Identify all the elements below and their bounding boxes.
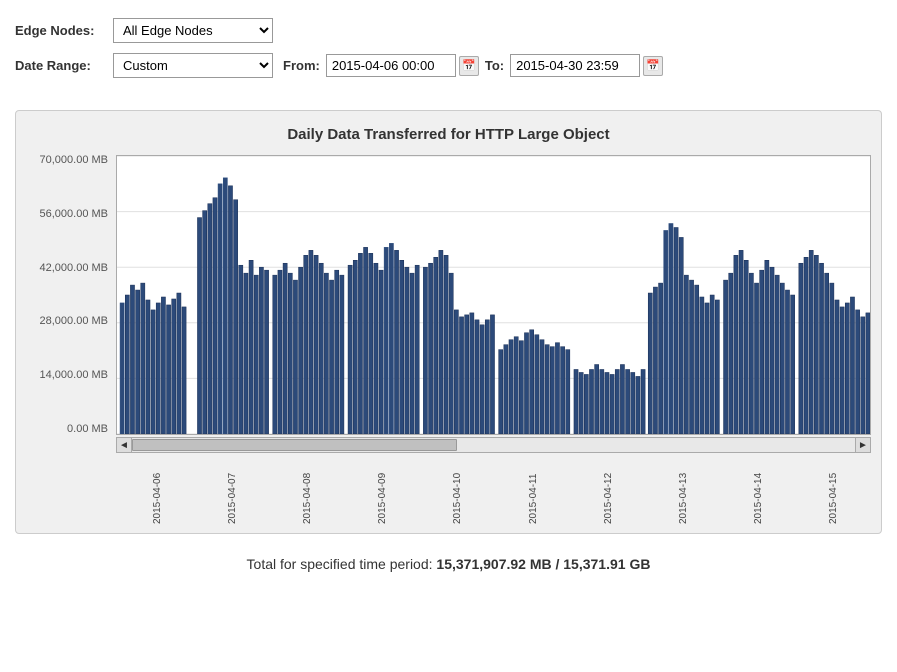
date-range-row: Date Range: CustomLast 7 DaysLast 30 Day… (15, 53, 882, 78)
edge-nodes-select[interactable]: All Edge NodesNode 1Node 2 (113, 18, 273, 43)
x-label-3: 2015-04-09 (377, 459, 388, 524)
chart-plot (116, 155, 871, 435)
chart-body: ◄ ► 2015-04-06 2015-04-07 2015-04-08 201… (116, 155, 871, 523)
date-range-label: Date Range: (15, 58, 105, 73)
x-label-2: 2015-04-08 (302, 459, 313, 524)
to-label: To: (485, 58, 504, 73)
x-label-9: 2015-04-15 (828, 459, 839, 524)
y-label-5: 0.00 MB (67, 424, 108, 435)
chart-area: 70,000.00 MB 56,000.00 MB 42,000.00 MB 2… (26, 155, 871, 523)
y-label-1: 56,000.00 MB (40, 209, 109, 220)
x-label-6: 2015-04-12 (603, 459, 614, 524)
scrollbar-thumb[interactable] (132, 439, 457, 451)
x-label-8: 2015-04-14 (753, 459, 764, 524)
x-label-0: 2015-04-06 (152, 459, 163, 524)
x-label-5: 2015-04-11 (528, 459, 539, 524)
total-label: Total for specified time period: (247, 556, 433, 572)
y-label-4: 14,000.00 MB (40, 370, 109, 381)
scrollbar-row: ◄ ► (116, 437, 871, 453)
from-label: From: (283, 58, 320, 73)
x-axis: 2015-04-06 2015-04-07 2015-04-08 2015-04… (116, 453, 871, 523)
y-label-3: 28,000.00 MB (40, 316, 109, 327)
scroll-right-button[interactable]: ► (855, 437, 871, 453)
edge-nodes-label: Edge Nodes: (15, 23, 105, 38)
date-range-select[interactable]: CustomLast 7 DaysLast 30 DaysLast 90 Day… (113, 53, 273, 78)
chart-container: Daily Data Transferred for HTTP Large Ob… (15, 110, 882, 534)
chart-title: Daily Data Transferred for HTTP Large Ob… (26, 126, 871, 143)
x-label-7: 2015-04-13 (678, 459, 689, 524)
to-date-input[interactable] (510, 54, 640, 77)
from-calendar-icon[interactable]: 📅 (459, 56, 479, 76)
from-date-input[interactable] (326, 54, 456, 77)
y-label-0: 70,000.00 MB (40, 155, 109, 166)
scroll-left-button[interactable]: ◄ (116, 437, 132, 453)
x-label-1: 2015-04-07 (227, 459, 238, 524)
chart-svg (117, 156, 870, 434)
y-label-2: 42,000.00 MB (40, 263, 109, 274)
total-row: Total for specified time period: 15,371,… (15, 544, 882, 576)
controls-panel: Edge Nodes: All Edge NodesNode 1Node 2 D… (15, 10, 882, 100)
edge-nodes-row: Edge Nodes: All Edge NodesNode 1Node 2 (15, 18, 882, 43)
total-value: 15,371,907.92 MB / 15,371.91 GB (436, 556, 650, 572)
y-axis: 70,000.00 MB 56,000.00 MB 42,000.00 MB 2… (26, 155, 116, 435)
scrollbar-track[interactable] (132, 437, 855, 453)
x-label-4: 2015-04-10 (452, 459, 463, 524)
to-calendar-icon[interactable]: 📅 (643, 56, 663, 76)
